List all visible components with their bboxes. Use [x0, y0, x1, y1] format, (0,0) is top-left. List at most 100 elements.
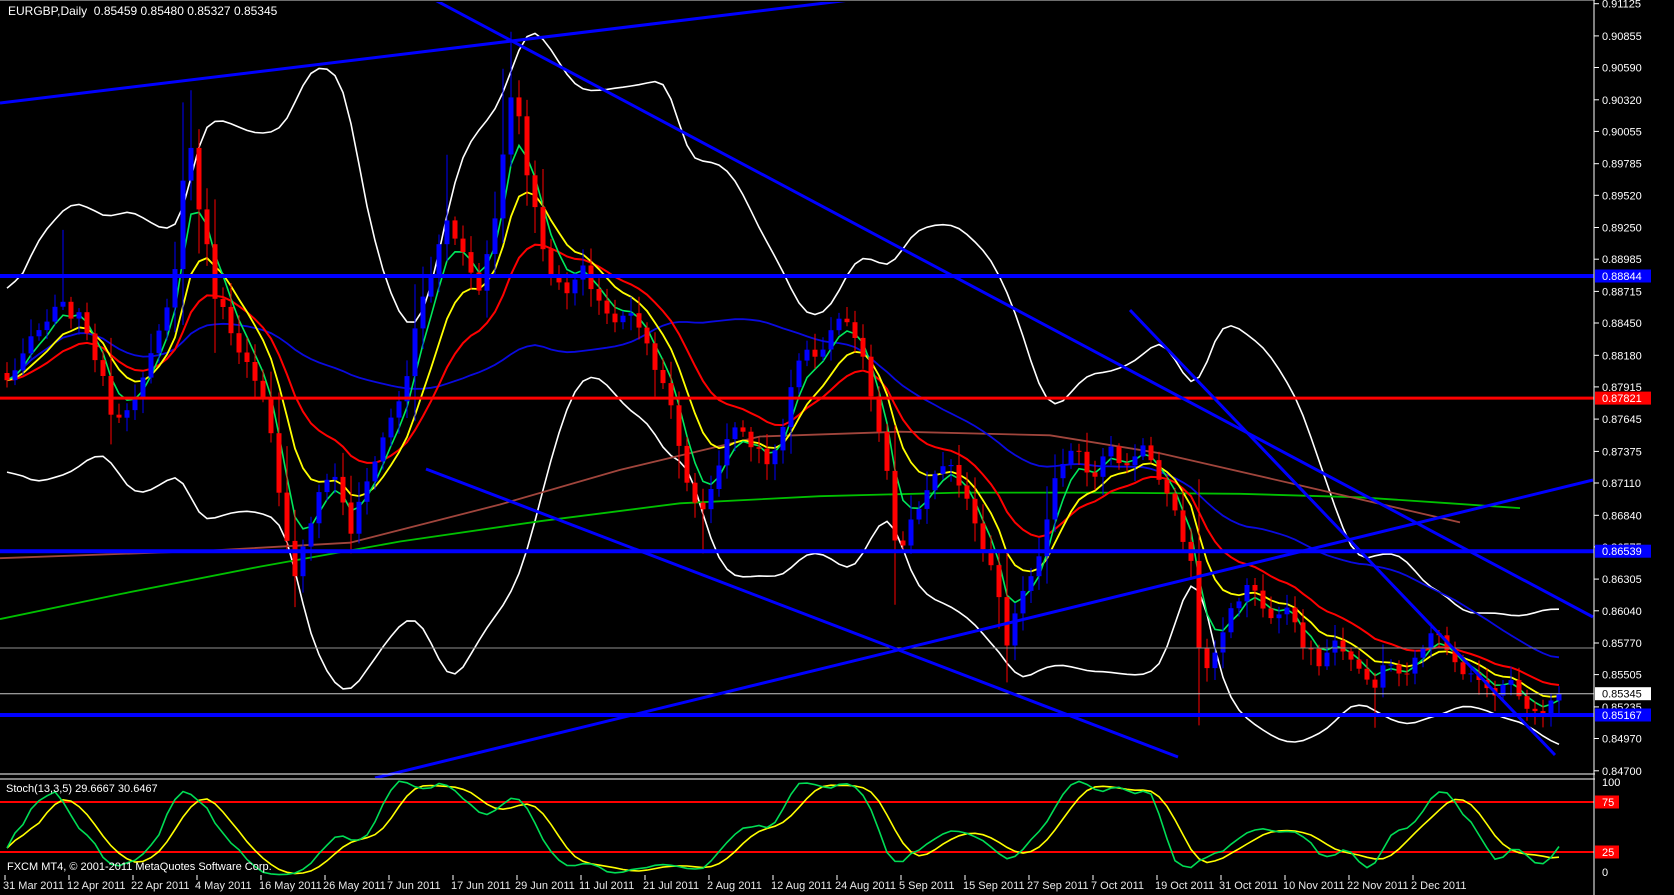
- candle-body: [949, 465, 954, 466]
- stoch-axis-label: 100: [1602, 777, 1620, 789]
- candle-body: [1301, 622, 1306, 648]
- price-tick-label: 0.90590: [1602, 63, 1642, 75]
- candle-body: [269, 398, 274, 433]
- stoch-axis-label: 0: [1602, 867, 1608, 879]
- candle-body: [789, 387, 794, 427]
- candle-body: [93, 334, 98, 361]
- candle-body: [1037, 556, 1042, 576]
- candle-body: [549, 249, 554, 277]
- candle-body: [437, 244, 442, 274]
- candle-body: [893, 471, 898, 541]
- candle-body: [1085, 452, 1090, 473]
- date-label: 7 Oct 2011: [1091, 880, 1144, 892]
- candle-body: [1325, 653, 1330, 667]
- candle-body: [221, 299, 226, 307]
- candle-body: [181, 181, 186, 270]
- candle-body: [309, 523, 314, 546]
- candle-body: [637, 313, 642, 327]
- candle-body: [1405, 674, 1410, 675]
- candle-body: [821, 350, 826, 357]
- candle-body: [293, 541, 298, 576]
- candle-body: [709, 489, 714, 509]
- candle-body: [1109, 447, 1114, 457]
- price-tick-label: 0.88715: [1602, 286, 1642, 298]
- candle-body: [701, 503, 706, 510]
- candle-body: [669, 383, 674, 405]
- candle-body: [261, 381, 266, 399]
- date-label: 15 Sep 2011: [963, 880, 1025, 892]
- price-tick-label: 0.90055: [1602, 126, 1642, 138]
- candle-body: [61, 302, 66, 307]
- date-label: 17 Jun 2011: [451, 880, 511, 892]
- price-tick-label: 0.90855: [1602, 31, 1642, 43]
- candle-body: [365, 481, 370, 501]
- candle-body: [1061, 464, 1066, 478]
- candle-body: [1525, 696, 1530, 709]
- candle-body: [965, 486, 970, 499]
- chart-canvas[interactable]: 0.911250.908550.905900.903200.900550.897…: [0, 0, 1674, 895]
- date-label: 10 Nov 2011: [1283, 880, 1345, 892]
- price-tick-label: 0.89520: [1602, 190, 1642, 202]
- candle-body: [1101, 456, 1106, 476]
- candle-body: [941, 466, 946, 474]
- candle-body: [1317, 649, 1322, 667]
- candle-body: [533, 175, 538, 207]
- candle-body: [1357, 660, 1362, 669]
- candle-body: [1365, 669, 1370, 680]
- candle-body: [629, 313, 634, 316]
- candle-body: [773, 450, 778, 464]
- candle-body: [1093, 472, 1098, 476]
- candle-body: [397, 401, 402, 417]
- candle-body: [957, 465, 962, 486]
- candle-body: [349, 503, 354, 534]
- stoch-level-box-label: 25: [1602, 847, 1614, 859]
- candle-body: [1557, 694, 1562, 701]
- candle-body: [845, 319, 850, 323]
- price-level-box-label: 0.87821: [1602, 393, 1642, 405]
- candle-body: [829, 330, 834, 349]
- candle-body: [53, 307, 58, 322]
- mt4-chart-window[interactable]: 0.911250.908550.905900.903200.900550.897…: [0, 0, 1674, 895]
- date-label: 24 Aug 2011: [835, 880, 896, 892]
- candle-body: [741, 427, 746, 431]
- candle-body: [109, 376, 114, 415]
- candle-body: [661, 370, 666, 383]
- candle-body: [45, 322, 50, 331]
- candle-body: [1413, 658, 1418, 674]
- candle-body: [413, 328, 418, 376]
- candle-body: [461, 239, 466, 252]
- candle-body: [509, 97, 514, 154]
- candle-body: [1213, 653, 1218, 669]
- price-tick-label: 0.88985: [1602, 254, 1642, 266]
- candle-body: [997, 565, 1002, 597]
- candle-body: [69, 302, 74, 319]
- candle-body: [341, 477, 346, 503]
- candle-body: [885, 432, 890, 471]
- candle-body: [197, 148, 202, 210]
- candle-body: [141, 378, 146, 398]
- date-label: 12 Apr 2011: [67, 880, 126, 892]
- candle-body: [389, 418, 394, 438]
- candle-body: [1165, 480, 1170, 494]
- price-tick-label: 0.87645: [1602, 414, 1642, 426]
- price-tick-label: 0.84700: [1602, 766, 1642, 778]
- price-tick-label: 0.86040: [1602, 606, 1642, 618]
- candle-body: [981, 523, 986, 549]
- price-tick-label: 0.87375: [1602, 446, 1642, 458]
- candle-body: [1381, 665, 1386, 687]
- candle-body: [733, 427, 738, 439]
- candle-body: [1293, 608, 1298, 623]
- candle-body: [453, 220, 458, 238]
- candle-body: [565, 282, 570, 293]
- date-label: 4 May 2011: [195, 880, 252, 892]
- candle-body: [333, 477, 338, 480]
- candle-body: [277, 433, 282, 493]
- date-label: 19 Oct 2011: [1155, 880, 1214, 892]
- candle-body: [37, 330, 42, 336]
- candle-body: [421, 297, 426, 329]
- candle-body: [1461, 662, 1466, 674]
- candle-body: [1389, 665, 1394, 666]
- candle-body: [901, 541, 906, 546]
- candle-body: [1029, 576, 1034, 591]
- candle-body: [605, 301, 610, 314]
